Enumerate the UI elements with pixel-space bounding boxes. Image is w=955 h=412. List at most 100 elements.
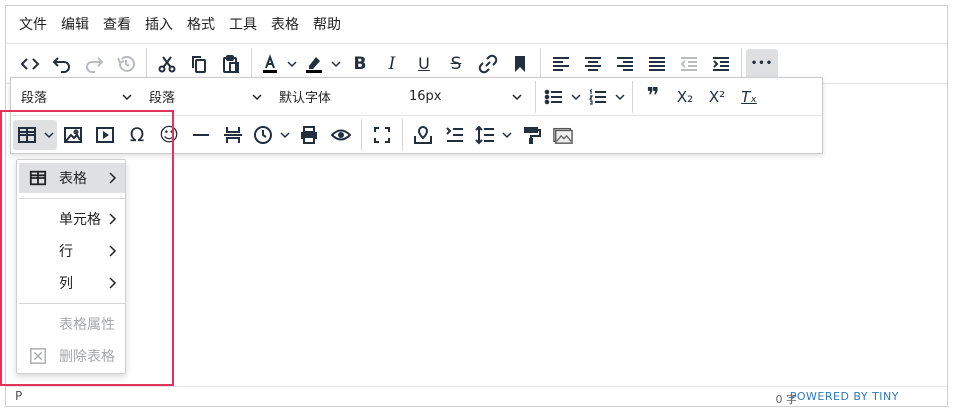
align-center-icon[interactable]	[577, 49, 609, 79]
image-gallery-icon[interactable]	[547, 120, 579, 150]
fullscreen-icon[interactable]	[366, 120, 398, 150]
emoji-icon[interactable]: ☺	[153, 120, 185, 150]
copy-icon[interactable]	[183, 49, 215, 79]
align-left-icon[interactable]	[545, 49, 577, 79]
chevron-down-icon	[512, 93, 522, 100]
overflow-toolbar-row: 段落 段落 默认字体 16px ❞ X₂ X² Tₓ	[11, 78, 822, 116]
toolbar-separator	[632, 80, 633, 113]
underline-icon[interactable]: U	[408, 49, 440, 79]
toolbar-separator	[402, 119, 403, 151]
menubar: 文件 编辑 查看 插入 格式 工具 表格 帮助	[6, 6, 947, 44]
link-icon[interactable]	[472, 49, 504, 79]
menu-table[interactable]: 表格	[264, 11, 306, 39]
print-icon[interactable]	[293, 120, 325, 150]
menu-tools[interactable]: 工具	[222, 11, 264, 39]
element-path[interactable]: P	[15, 389, 22, 403]
image-icon[interactable]	[57, 120, 89, 150]
menu-view[interactable]: 查看	[96, 11, 138, 39]
menu-item-label: 表格属性	[59, 317, 115, 333]
status-bar: P 0 字 POWERED BY TINY	[6, 386, 947, 407]
outdent-icon[interactable]	[673, 49, 705, 79]
more-icon[interactable]: •••	[746, 48, 778, 79]
rich-text-editor: 文件 编辑 查看 插入 格式 工具 表格 帮助 B I U S ••• P 0 …	[5, 5, 948, 407]
paragraph-style-select[interactable]: 段落	[141, 82, 271, 112]
redo-icon[interactable]	[78, 49, 110, 79]
menu-format[interactable]: 格式	[180, 11, 222, 39]
toolbar-separator	[146, 47, 147, 80]
delete-table-icon	[30, 348, 46, 364]
line-height-icon[interactable]	[471, 120, 515, 150]
toolbar-separator	[251, 47, 252, 80]
align-justify-icon[interactable]	[641, 49, 673, 79]
block-format-value: 段落	[21, 91, 48, 106]
menu-edit[interactable]: 编辑	[54, 11, 96, 39]
preview-icon[interactable]	[325, 120, 357, 150]
table-menu-item-row[interactable]: 行	[19, 236, 125, 266]
table-icon[interactable]	[13, 120, 57, 150]
line-height-list-icon[interactable]	[439, 120, 471, 150]
bullet-list-icon[interactable]	[540, 82, 584, 112]
overflow-toolbar: 段落 段落 默认字体 16px ❞ X₂ X² Tₓ Ω ☺	[10, 77, 823, 154]
chevron-right-icon	[109, 172, 117, 184]
superscript-icon[interactable]: X²	[701, 82, 733, 112]
table-menu: 表格 单元格 行 列 表格属性 删除表格	[16, 159, 126, 374]
table-menu-item-delete[interactable]: 删除表格	[19, 341, 125, 371]
blockquote-icon[interactable]: ❞	[637, 82, 669, 112]
menu-item-label: 单元格	[59, 212, 101, 228]
highlight-color-icon[interactable]	[300, 49, 344, 79]
text-color-icon[interactable]	[256, 49, 300, 79]
source-code-icon[interactable]	[14, 49, 46, 79]
font-family-select[interactable]: 默认字体	[271, 82, 401, 112]
chevron-down-icon	[252, 93, 262, 100]
format-painter-icon[interactable]	[515, 120, 547, 150]
chevron-right-icon	[109, 213, 117, 225]
menu-separator	[19, 303, 125, 304]
bookmark-icon[interactable]	[504, 49, 536, 79]
italic-icon[interactable]: I	[376, 49, 408, 79]
clear-formatting-icon[interactable]: Tₓ	[733, 82, 765, 112]
paste-icon[interactable]	[215, 49, 247, 79]
chevron-right-icon	[109, 245, 117, 257]
special-character-icon[interactable]: Ω	[121, 120, 153, 150]
chevron-right-icon	[109, 277, 117, 289]
font-size-select[interactable]: 16px	[401, 82, 531, 112]
table-menu-item-column[interactable]: 列	[19, 268, 125, 298]
numbered-list-icon[interactable]	[584, 82, 628, 112]
menu-item-label: 列	[59, 276, 73, 292]
toolbar-separator	[741, 47, 742, 80]
page-break-icon[interactable]	[217, 120, 249, 150]
menu-separator	[19, 198, 125, 199]
table-icon	[29, 170, 47, 186]
overflow-toolbar-row: Ω ☺	[11, 116, 822, 154]
block-format-select[interactable]: 段落	[13, 82, 141, 112]
menu-item-label: 表格	[59, 171, 87, 187]
table-menu-item-properties[interactable]: 表格属性	[19, 309, 125, 339]
cut-icon[interactable]	[151, 49, 183, 79]
menu-file[interactable]: 文件	[12, 11, 54, 39]
undo-icon[interactable]	[46, 49, 78, 79]
history-icon[interactable]	[110, 49, 142, 79]
align-right-icon[interactable]	[609, 49, 641, 79]
date-time-icon[interactable]	[249, 120, 293, 150]
powered-by-link[interactable]: POWERED BY TINY	[790, 390, 899, 403]
font-family-value: 默认字体	[279, 91, 332, 106]
anchor-location-icon[interactable]	[407, 120, 439, 150]
bold-icon[interactable]: B	[344, 49, 376, 79]
media-icon[interactable]	[89, 120, 121, 150]
menu-item-label: 行	[59, 244, 73, 260]
strikethrough-icon[interactable]: S	[440, 49, 472, 79]
menu-insert[interactable]: 插入	[138, 11, 180, 39]
horizontal-rule-icon[interactable]	[185, 120, 217, 150]
menu-help[interactable]: 帮助	[306, 11, 348, 39]
table-menu-item-table[interactable]: 表格	[19, 163, 125, 193]
toolbar-separator	[535, 80, 536, 113]
indent-icon[interactable]	[705, 49, 737, 79]
toolbar-separator	[361, 119, 362, 151]
font-size-value: 16px	[409, 89, 442, 104]
chevron-down-icon	[122, 93, 132, 100]
subscript-icon[interactable]: X₂	[669, 82, 701, 112]
toolbar-separator	[540, 47, 541, 80]
menu-item-label: 删除表格	[59, 349, 115, 365]
paragraph-style-value: 段落	[149, 91, 176, 106]
table-menu-item-cell[interactable]: 单元格	[19, 204, 125, 234]
